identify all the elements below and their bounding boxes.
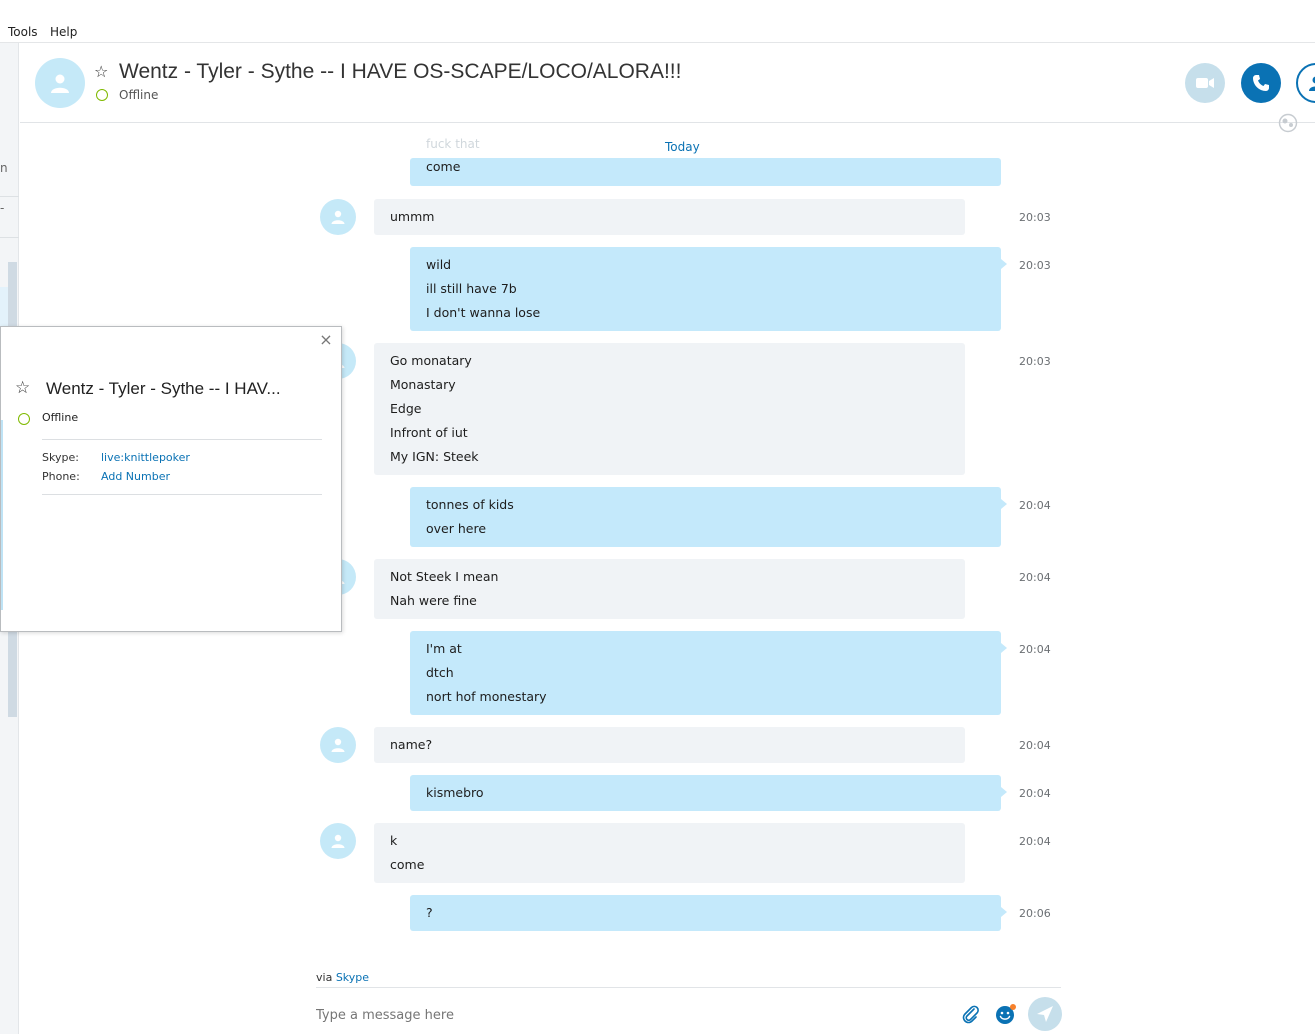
contact-status: Offline [119,88,159,102]
via-label: via Skype [316,971,369,984]
message-bubble-outgoing[interactable]: I'm at dtch nort hof monestary [410,631,1007,715]
video-call-button[interactable] [1185,63,1225,103]
message-bubble-incoming[interactable]: ummm [374,199,965,235]
popup-skype-id[interactable]: live:knittlepoker [101,451,190,464]
message-time: 20:04 [1019,835,1051,848]
phone-icon [1253,75,1269,91]
popup-phone-label: Phone: [42,470,80,483]
audio-call-button[interactable] [1241,63,1281,103]
popup-divider [42,439,322,440]
message-bubble-outgoing[interactable]: tonnes of kids over here [410,487,1007,547]
message-text: dtch [426,665,454,680]
message-text: wild [426,257,452,272]
message-text: ummm [390,209,435,224]
sidebar-glyph: - [0,201,5,215]
message-text: I'm at [426,641,462,656]
emoji-button[interactable] [994,1002,1018,1026]
message-time: 20:06 [1019,907,1051,920]
video-camera-icon [1196,78,1214,88]
message-bubble-outgoing[interactable]: wild ill still have 7b I don't wanna los… [410,247,1007,331]
sidebar-divider [0,196,19,197]
menu-help[interactable]: Help [50,25,77,39]
close-icon[interactable]: × [318,332,334,348]
message-text: kismebro [426,785,484,800]
emoticon-icon [996,1004,1016,1024]
message-text: Go monatary [390,353,472,368]
composer-divider [316,987,1061,988]
message-bubble-incoming[interactable]: Go monatary Monastary Edge Infront of iu… [374,343,965,475]
presence-offline-icon [96,89,108,101]
paperclip-icon [962,1005,979,1024]
message-time: 20:04 [1019,643,1051,656]
person-icon [331,738,345,752]
message-text: Infront of iut [390,425,468,440]
message-time: 20:04 [1019,787,1051,800]
message-time: 20:04 [1019,499,1051,512]
message-text: ? [426,905,433,920]
add-person-icon [1309,76,1315,91]
person-icon [51,74,69,93]
popup-contact-name: Wentz - Tyler - Sythe -- I HAV... [46,379,281,398]
message-bubble-incoming[interactable]: Not Steek I mean Nah were fine [374,559,965,619]
star-outline-icon[interactable]: ☆ [15,378,30,398]
message-text: I don't wanna lose [426,305,541,320]
send-button[interactable] [1028,997,1062,1031]
message-time: 20:03 [1019,355,1051,368]
menu-tools[interactable]: Tools [8,25,38,39]
sender-avatar[interactable] [320,199,356,235]
message-text: come [426,159,461,174]
star-outline-icon[interactable]: ☆ [94,62,108,81]
popup-accent-bar [1,420,3,610]
skype-window: Tools Help n - ☆ Wentz - Tyler - Sythe -… [0,0,1315,1034]
message-bubble-outgoing[interactable]: ? [410,895,1007,931]
popup-skype-label: Skype: [42,451,79,464]
message-bubble-incoming[interactable]: k come [374,823,965,883]
message-text: come [390,857,425,872]
message-text: Nah were fine [390,593,477,608]
popup-status: Offline [42,411,79,424]
date-divider: Today [665,140,700,154]
sender-avatar[interactable] [320,727,356,763]
popup-add-number-link[interactable]: Add Number [101,470,170,483]
menu-bar: Tools Help [0,0,1315,43]
contact-card-popup: × ☆ Wentz - Tyler - Sythe -- I HAV... Of… [0,326,342,632]
message-time: 20:03 [1019,211,1051,224]
via-prefix: via [316,971,333,984]
via-skype-link[interactable]: Skype [336,971,369,984]
person-icon [331,210,345,224]
send-icon [1037,1006,1053,1022]
message-bubble-outgoing[interactable]: come [410,158,1001,186]
message-text: nort hof monestary [426,689,547,704]
message-text: over here [426,521,487,536]
faded-message: fuck that [426,137,480,151]
message-text: My IGN: Steek [390,449,479,464]
message-bubble-outgoing[interactable]: kismebro [410,775,1007,811]
sidebar-glyph: n [0,161,8,175]
message-text: name? [390,737,433,752]
add-people-button[interactable] [1296,63,1315,103]
globe-icon[interactable] [1278,113,1298,133]
message-text: Not Steek I mean [390,569,499,584]
message-text: tonnes of kids [426,497,514,512]
message-text: ill still have 7b [426,281,517,296]
message-text: Monastary [390,377,456,392]
message-time: 20:04 [1019,571,1051,584]
sidebar-divider [0,237,19,238]
presence-offline-icon [18,413,30,425]
contact-avatar[interactable] [35,58,85,108]
message-text: k [390,833,398,848]
popup-divider [42,494,322,495]
message-time: 20:04 [1019,739,1051,752]
message-input[interactable] [316,1006,936,1024]
message-time: 20:03 [1019,259,1051,272]
message-text: Edge [390,401,422,416]
sender-avatar[interactable] [320,823,356,859]
conversation-title: Wentz - Tyler - Sythe -- I HAVE OS-SCAPE… [119,60,682,83]
message-bubble-incoming[interactable]: name? [374,727,965,763]
chat-header: ☆ Wentz - Tyler - Sythe -- I HAVE OS-SCA… [20,44,1315,123]
person-icon [331,834,345,848]
attach-button[interactable] [960,1003,982,1025]
